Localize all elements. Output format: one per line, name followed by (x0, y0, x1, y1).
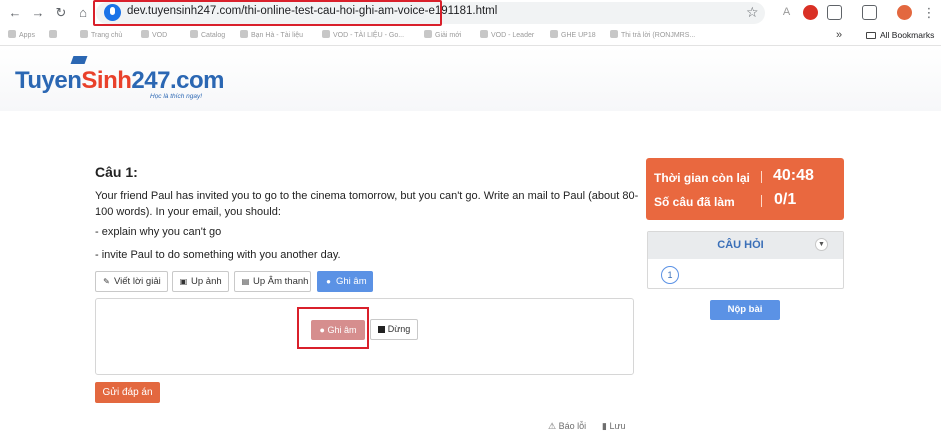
site-tagline: Học là thích ngay! (150, 93, 203, 100)
upload-audio-button[interactable]: ▤ Up Âm thanh (234, 271, 311, 292)
question-bullet: - invite Paul to do something with you a… (95, 249, 341, 261)
bookmark-item[interactable]: Trang chủ (80, 30, 122, 39)
microphone-icon: ● (326, 277, 331, 286)
divider (761, 195, 762, 207)
image-icon: ▣ (179, 277, 188, 286)
bookmark-item[interactable]: VOD (141, 30, 167, 39)
menu-kebab-icon[interactable]: ⋮ (921, 5, 937, 21)
browser-toolbar: ← → ↻ ⌂ dev.tuyensinh247.com/thi-online-… (0, 0, 941, 27)
question-text: Your friend Paul has invited you to go t… (95, 190, 639, 218)
home-icon[interactable]: ⌂ (75, 5, 91, 21)
side-panel-icon[interactable] (862, 5, 877, 20)
record-highlight-box (297, 307, 369, 349)
bookmark-item[interactable]: VOD - TÀI LIỆU - Go... (322, 30, 404, 39)
forward-icon[interactable]: → (30, 5, 46, 21)
reload-icon[interactable]: ↻ (53, 5, 69, 21)
bookmark-item[interactable]: Bạn Hà - Tài liệu (240, 30, 303, 39)
graduation-cap-icon (70, 56, 88, 64)
question-list-header[interactable]: CÂU HỎI ▼ (648, 232, 843, 259)
write-answer-button[interactable]: ✎ Viết lời giải (95, 271, 168, 292)
bookmark-star-icon[interactable]: ☆ (746, 4, 759, 21)
bookmark-item[interactable]: Catalog (190, 30, 225, 39)
answered-count-label: Số câu đã làm (654, 195, 735, 209)
bookmarks-bar: Apps Trang chủ VOD Catalog Bạn Hà - Tài … (0, 27, 941, 46)
record-tab-button[interactable]: ● Ghi âm (317, 271, 373, 292)
bookmarks-overflow-button[interactable]: » (836, 29, 842, 41)
question-list-panel: CÂU HỎI ▼ 1 (647, 231, 844, 289)
report-error-link[interactable]: ⚠ Báo lỗi (548, 421, 586, 432)
save-link[interactable]: ▮ Lưu (602, 421, 626, 432)
bookmark-item[interactable]: GHE UP18 (550, 30, 596, 39)
folder-icon (866, 32, 876, 39)
bookmark-item[interactable]: Giải mới (424, 30, 461, 39)
profile-avatar[interactable] (897, 5, 912, 20)
bookmark-item[interactable]: Thi trả lời (RONJMRS... (610, 30, 695, 39)
extension-a-icon[interactable]: A (779, 5, 794, 20)
chevron-down-icon[interactable]: ▼ (815, 238, 828, 251)
site-header: TuyenSinh247.com Học là thích ngay! (0, 47, 941, 111)
submit-answer-button[interactable]: Gửi đáp án (95, 382, 160, 403)
divider (761, 171, 762, 183)
answered-count-value: 0/1 (774, 191, 797, 208)
back-icon[interactable]: ← (7, 5, 23, 21)
time-left-label: Thời gian còn lại (654, 171, 750, 185)
url-highlight-box (93, 0, 442, 26)
edit-icon: ✎ (103, 277, 110, 286)
submit-test-button[interactable]: Nộp bài (710, 300, 780, 320)
audio-file-icon: ▤ (241, 277, 250, 286)
bookmark-item[interactable]: VOD - Leader (480, 30, 534, 39)
question-title: Câu 1: (95, 164, 138, 180)
warning-icon: ⚠ (548, 421, 559, 431)
stop-icon (377, 326, 385, 333)
question-bullet: - explain why you can't go (95, 226, 222, 238)
site-logo[interactable]: TuyenSinh247.com (15, 67, 224, 95)
extensions-puzzle-icon[interactable] (827, 5, 842, 20)
stop-recording-button[interactable]: Dừng (370, 319, 418, 340)
timer-panel: Thời gian còn lại 40:48 Số câu đã làm 0/… (646, 158, 844, 220)
time-left-value: 40:48 (773, 167, 814, 184)
bookmark-item[interactable] (49, 30, 60, 39)
extension-opera-icon[interactable] (803, 5, 818, 20)
all-bookmarks-button[interactable]: All Bookmarks (866, 30, 934, 40)
bookmark-item[interactable]: Apps (8, 30, 35, 39)
upload-image-button[interactable]: ▣ Up ảnh (172, 271, 229, 292)
question-list-title: CÂU HỎI (717, 239, 764, 251)
question-number-button[interactable]: 1 (661, 266, 679, 284)
